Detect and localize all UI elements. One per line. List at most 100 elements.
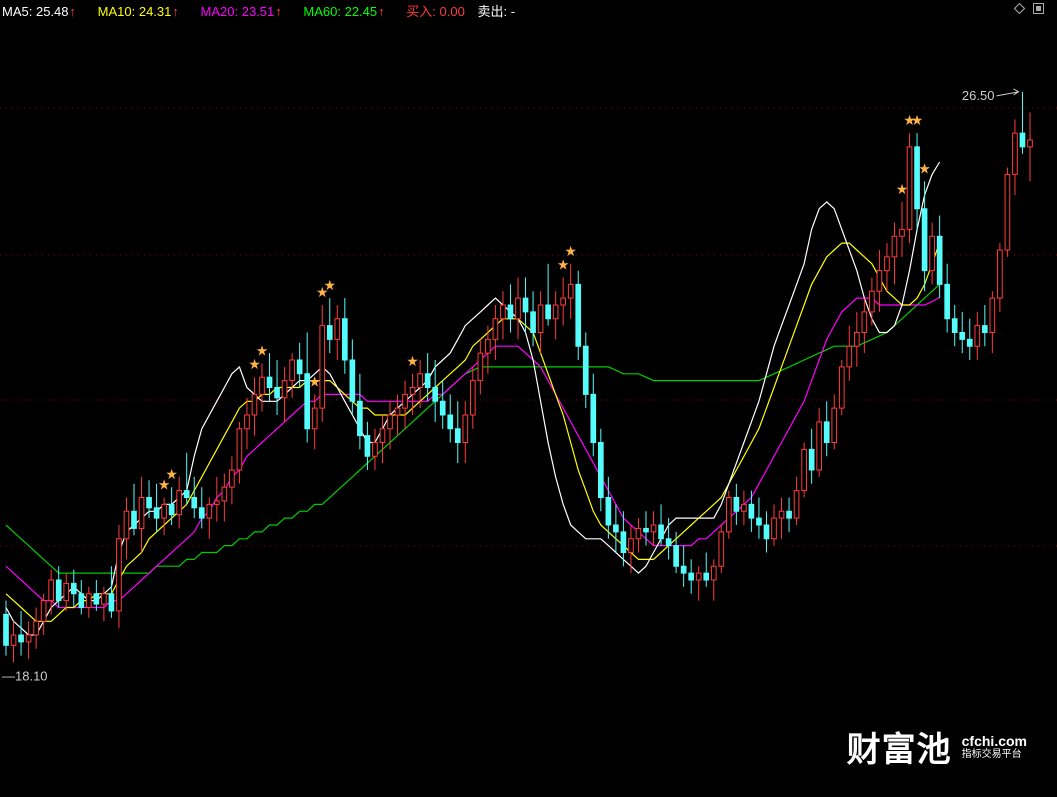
candle [1004,167,1011,257]
candle [70,569,77,608]
candle [131,483,137,536]
candle-body-up [319,325,326,409]
candle [18,610,24,656]
candle-body-down [665,538,672,547]
candle-body-down [959,332,966,340]
signal-marker-icon: ★ [564,244,577,260]
candle [989,291,996,354]
candle [959,311,966,354]
diamond-icon[interactable] [1014,3,1025,14]
candle-body-up [85,593,92,608]
candle [884,243,890,292]
candle-body-down [673,545,679,567]
candle [447,394,454,443]
candle [921,181,928,292]
candle-body-up [244,414,250,430]
candle-body-up [1027,139,1033,148]
candle [236,421,243,484]
candle [778,497,785,539]
candle [861,298,868,354]
candle [138,476,145,553]
candle-body-down [936,235,943,285]
candle [289,353,295,398]
candle [838,360,845,415]
candle-body-down [198,507,205,519]
candle-body-up [101,593,107,605]
signal-marker-icon: ★ [918,161,931,177]
candle [605,476,612,539]
candle [590,373,597,457]
candle-body-up [311,407,318,430]
candlestick-chart[interactable]: ★★★★★★★★★★★★★★ 26.50 —18.10 [0,0,1057,797]
candle-body-up [816,421,823,471]
candle [756,497,762,539]
window-restore-icon[interactable] [1033,3,1044,14]
candle-body-down [507,304,514,320]
candle [545,263,551,326]
candle [402,380,408,429]
candle-body-up [853,332,860,347]
candle-body-up [25,634,32,643]
up-arrow-icon: ↑ [378,4,385,19]
candle [477,339,484,395]
candle [981,305,988,347]
price-labels: 26.50 —18.10 [2,88,1020,684]
candle [515,277,521,340]
candle [741,490,747,525]
candle [710,559,717,601]
candle-body-down [733,497,740,512]
candle-body-up [213,500,220,505]
high-arrow-icon [996,88,1020,97]
candle [831,394,838,450]
candle-body-up [372,442,378,457]
candle [462,401,469,464]
candle-body-up [417,373,423,388]
candle-body-down [349,359,356,402]
candle-body-down [168,503,175,516]
candle-body-down [808,448,815,471]
candle [582,332,589,409]
candle-body-up [289,359,295,382]
candle-body-down [146,497,152,509]
candle-body-up [876,270,883,292]
low-price-label: —18.10 [2,669,48,684]
candle-body-down [575,283,582,347]
ma20-line [5,296,940,609]
candle-body-up [778,510,785,519]
candle [597,428,604,512]
candle-body-up [206,503,213,519]
candle [244,397,250,450]
candle-body-down [703,572,710,581]
candle [349,339,356,415]
candle-body-down [424,373,431,388]
candle-body-up [40,600,47,622]
ma60-readout: MA60: 22.45↑ [303,4,385,19]
candle-body-up [48,579,55,602]
candle-body-down [643,527,649,533]
candle [733,483,740,525]
candle-body-up [334,318,341,340]
candle [891,222,898,285]
candle [695,566,702,601]
candle [853,311,860,367]
candle [206,497,213,539]
candle-body-up [229,469,235,488]
signal-marker-icon: ★ [248,357,261,373]
candle-body-down [914,146,920,210]
candle-body-up [116,538,122,612]
candle [108,566,115,618]
signal-marker-icon: ★ [165,467,178,483]
candle-body-up [236,428,243,471]
candle [469,366,476,429]
candle [944,263,951,333]
candle [575,270,582,360]
candle-body-up [161,503,167,519]
candle-body-up [710,565,717,581]
candle [3,600,9,656]
candle-body-up [515,297,521,320]
candle [997,243,1003,312]
candle [1012,119,1018,195]
candle-body-up [838,366,845,409]
candle-body-down [70,582,77,595]
candle-body-up [492,318,499,340]
